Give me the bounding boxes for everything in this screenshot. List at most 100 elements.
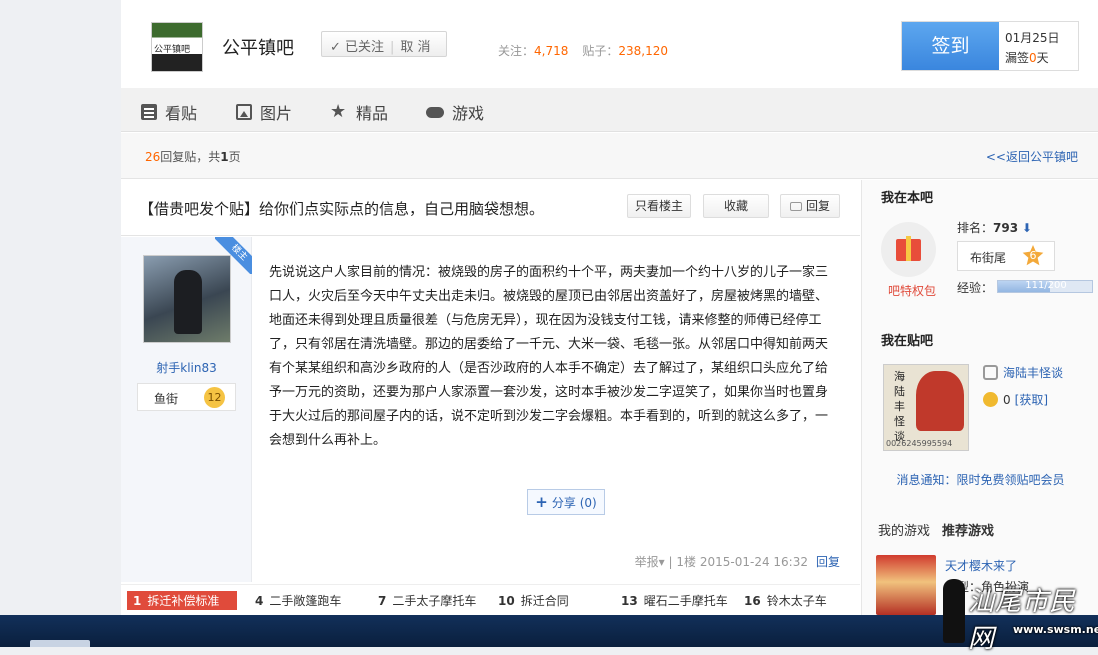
forum-name[interactable]: 公平镇吧 [222, 34, 294, 60]
forum-header: 公平镇吧 公平镇吧 ✓ 已关注 | 取 消 关注：4,718 贴子：238,120 签… [121, 0, 1098, 88]
followers-count: 4,718 [534, 44, 569, 58]
followers-label: 关注： [498, 44, 535, 58]
watermark-url: www.swsm.net [1013, 623, 1098, 636]
document-icon [141, 104, 157, 120]
author-panel: 楼主 射手klin83 鱼街 12 [121, 237, 252, 582]
tab-games[interactable]: 游戏 [426, 100, 484, 124]
tab-posts[interactable]: 看贴 [141, 100, 197, 124]
tab-featured-label: 精品 [356, 104, 389, 123]
follow-status-button: ✓ 已关注 | 取 消 [321, 31, 447, 57]
tab-posts-label: 看贴 [165, 104, 198, 123]
hot-item-num: 13 [621, 594, 638, 608]
posts-count: 238,120 [618, 44, 669, 58]
hot-item[interactable]: 7 二手太子摩托车 [378, 592, 476, 609]
post-datetime: 2015-01-24 16:32 [699, 555, 808, 569]
tab-featured[interactable]: ★ 精品 [330, 100, 388, 124]
watermark: 汕尾市民网 www.swsm.net [940, 571, 1098, 654]
games-header: 我的游戏 推荐游戏 [878, 520, 994, 539]
page-suffix: 页 [228, 150, 241, 164]
forum-nav: 看贴 图片 ★ 精品 游戏 [121, 88, 1098, 132]
forum-stats: 关注：4,718 贴子：238,120 [498, 42, 668, 59]
rank-label: 排名： [957, 221, 994, 235]
forum-link[interactable]: 海陆丰怪谈 [983, 364, 1063, 381]
coin-row: 0 [获取] [983, 391, 1048, 408]
rank: 排名：793 ⬇ [957, 219, 1032, 236]
tab-games-label: 游戏 [452, 104, 485, 123]
posts-label: 贴子： [582, 44, 619, 58]
missed-count: 0 [1029, 51, 1037, 65]
hot-item-label: 二手太子摩托车 [392, 594, 477, 608]
tab-images[interactable]: 图片 [236, 100, 292, 124]
exp-text: 111/200 [1025, 280, 1067, 291]
hot-item-label: 拆迁合同 [520, 594, 569, 608]
hot-item[interactable]: 4 二手敞篷跑车 [255, 592, 341, 609]
sign-in-box: 签到 01月25日 漏签0天 [901, 21, 1079, 71]
level-name: 鱼街 [154, 392, 179, 406]
hot-item[interactable]: 16 铃木太子车 [744, 592, 827, 609]
post-reply-link[interactable]: 回复 [816, 555, 840, 569]
sign-date: 01月25日 [1005, 31, 1060, 45]
forum-thumbnail-number: 0026245995594 [886, 439, 953, 448]
level-badge: 12 [204, 387, 225, 408]
hot-item-label: 铃木太子车 [766, 594, 827, 608]
favorite-button[interactable]: 收藏 [703, 194, 769, 218]
sidebar: 我在本吧 吧特权包 排名：793 ⬇ 布街尾 6 经验： 111/200 我在贴吧… [861, 180, 1098, 615]
coin-icon [983, 392, 998, 407]
hot-item-num: 10 [498, 594, 515, 608]
floor-number: 1楼 [676, 555, 697, 569]
page-count: 1 [220, 150, 229, 164]
sign-in-button[interactable]: 签到 [902, 22, 999, 70]
thread-title-bar: 【借贵吧发个贴】给你们点实际点的信息，自己用脑袋想想。 只看楼主 收藏 回复 [121, 180, 860, 236]
report-link[interactable]: 举报▾ [635, 555, 665, 569]
tab-recommended-games[interactable]: 推荐游戏 [942, 524, 994, 539]
gift-icon[interactable] [881, 222, 936, 277]
post-footer: 举报▾ | 1楼 2015-01-24 16:32 回复 [634, 555, 840, 569]
privilege-pack-link[interactable]: 吧特权包 [888, 282, 936, 299]
missed-days: 漏签0天 [1005, 49, 1049, 66]
share-label: 分享 (0) [551, 496, 597, 510]
level-star-icon: 6 [1022, 245, 1044, 266]
hot-item-num: 16 [744, 594, 761, 608]
followed-label: ✓ 已关注 [330, 40, 385, 55]
post: 楼主 射手klin83 鱼街 12 先说说这户人家目前的情况：被烧毁的房子的面积… [121, 237, 860, 582]
hot-item[interactable]: 1 拆迁补偿标准 [127, 591, 238, 610]
game-thumbnail[interactable] [876, 555, 936, 615]
reply-button[interactable]: 回复 [780, 194, 840, 218]
get-coin-link[interactable]: [获取] [1015, 391, 1048, 408]
gamepad-icon [426, 106, 444, 118]
user-level[interactable]: 鱼街 12 [137, 383, 236, 411]
notice-link[interactable]: 消息通知：限时免费领贴吧会员 [862, 471, 1098, 488]
page: 公平镇吧 公平镇吧 ✓ 已关注 | 取 消 关注：4,718 贴子：238,120 签… [121, 0, 1098, 615]
star-icon: ★ [330, 101, 347, 122]
my-post-forum-title: 我在贴吧 [881, 334, 934, 349]
unfollow-button[interactable]: 取 消 [400, 40, 430, 55]
only-author-button[interactable]: 只看楼主 [627, 194, 691, 218]
reply-count: 26回复贴，共1页 [145, 148, 241, 165]
hot-item-num: 1 [133, 594, 142, 608]
rank-down-icon: ⬇ [1021, 221, 1032, 235]
forum-logo[interactable]: 公平镇吧 [151, 22, 203, 72]
forum-thumbnail[interactable]: 海陆丰怪谈 0026245995594 [883, 364, 969, 451]
reply-info-bar: 26回复贴，共1页 <<返回公平镇吧 [121, 133, 1098, 179]
forum-link-label: 海陆丰怪谈 [1003, 366, 1064, 380]
reply-count-suffix: 回复贴，共 [160, 150, 221, 164]
taskbar-button[interactable] [30, 640, 90, 647]
avatar[interactable] [143, 255, 231, 343]
reply-button-label: 回复 [805, 199, 830, 213]
watermark-text: 汕尾市民网 [968, 587, 1077, 654]
hot-item-num: 7 [378, 594, 387, 608]
username-link[interactable]: 射手klin83 [121, 359, 252, 376]
share-button[interactable]: + 分享 (0) [527, 489, 605, 515]
thread-title: 【借贵吧发个贴】给你们点实际点的信息，自己用脑袋想想。 [139, 200, 545, 218]
missed-suffix: 天 [1036, 51, 1049, 65]
back-to-forum-link[interactable]: <<返回公平镇吧 [986, 148, 1078, 165]
hot-item[interactable]: 13 曜石二手摩托车 [621, 592, 728, 609]
my-level-name: 布街尾 [970, 251, 1007, 265]
missed-prefix: 漏签 [1005, 51, 1030, 65]
tab-my-games[interactable]: 我的游戏 [878, 524, 930, 539]
my-level[interactable]: 布街尾 6 [957, 241, 1055, 271]
hot-item[interactable]: 10 拆迁合同 [498, 592, 569, 609]
tab-images-label: 图片 [260, 104, 293, 123]
hot-item-label: 曜石二手摩托车 [643, 594, 728, 608]
post-content: 先说说这户人家目前的情况：被烧毁的房子的面积约十个平，两夫妻加一个约十八岁的儿子… [269, 265, 829, 448]
